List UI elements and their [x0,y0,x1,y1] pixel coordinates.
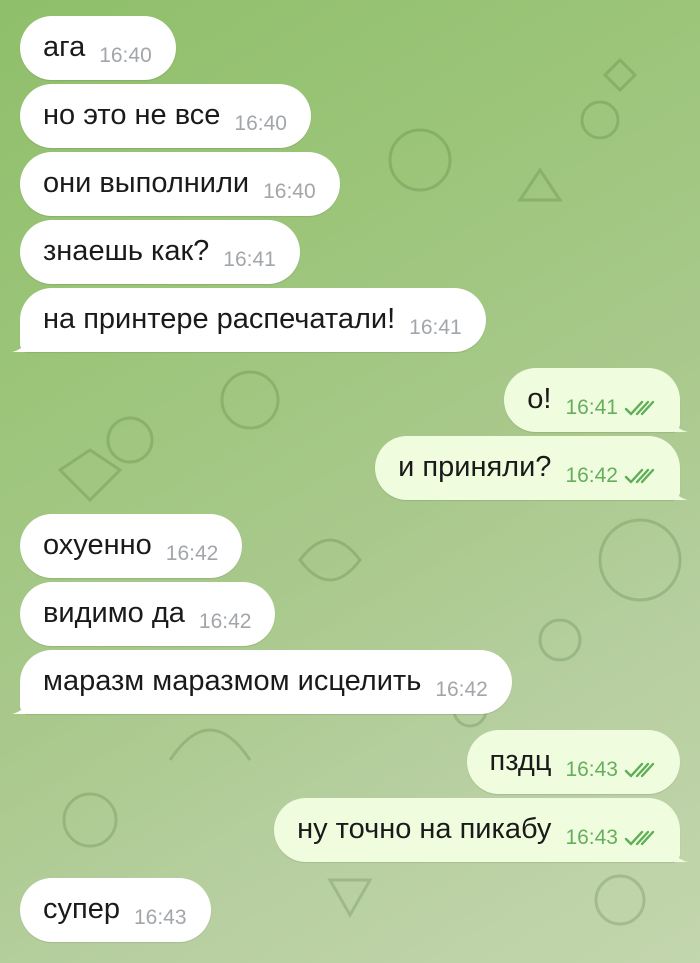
message-time: 16:40 [234,112,287,135]
double-check-icon [624,400,655,416]
double-check-icon [624,468,655,484]
incoming-message-bubble[interactable]: знаешь как? 16:41 [20,220,300,284]
message-text: на принтере распечатали! [43,303,396,335]
message-time: 16:42 [198,610,252,633]
message-text: они выполнили [43,167,250,199]
incoming-message-bubble[interactable]: охуенно 16:42 [20,514,243,578]
outgoing-message-bubble[interactable]: о! 16:41 [504,368,688,432]
bubble-tail-icon [12,698,26,714]
message-time: 16:41 [223,248,276,271]
outgoing-message-bubble[interactable]: и приняли? 16:42 [375,436,688,500]
message-time: 16:43 [565,826,618,849]
message-text: знаешь как? [43,235,210,267]
incoming-message-bubble[interactable]: ага 16:40 [20,16,176,80]
bubble-tail-icon [674,846,688,862]
message-time: 16:42 [565,464,618,487]
message-text: и приняли? [398,451,552,483]
bubble-tail-icon [674,484,688,500]
message-text: пздц [489,745,552,777]
message-time: 16:40 [99,44,152,67]
incoming-message-bubble[interactable]: супер 16:43 [20,878,211,942]
outgoing-message-bubble[interactable]: ну точно на пикабу 16:43 [274,798,688,862]
chat-history: ага 16:40 но это не все 16:40 они выполнили 1… [0,0,700,963]
incoming-message-bubble[interactable]: на принтере распечатали! 16:41 [12,288,486,352]
message-time: 16:43 [133,906,187,929]
message-text: ага [43,31,86,63]
message-text: но это не все [43,99,221,131]
message-text: видимо да [43,597,185,629]
message-time: 16:41 [565,396,618,419]
bubble-tail-icon [674,416,688,432]
outgoing-message-bubble[interactable]: пздц 16:43 [466,730,680,794]
incoming-message-bubble[interactable]: видимо да 16:42 [20,582,276,646]
double-check-icon [624,830,655,846]
message-time: 16:43 [565,758,618,781]
message-text: маразм маразмом исцелить [43,665,422,697]
bubble-tail-icon [12,336,26,352]
incoming-message-bubble[interactable]: маразм маразмом исцелить 16:42 [12,650,512,714]
message-text: ну точно на пикабу [297,813,552,845]
message-time: 16:40 [263,180,316,203]
incoming-message-bubble[interactable]: но это не все 16:40 [20,84,311,148]
message-time: 16:41 [409,316,462,339]
message-text: супер [43,893,120,925]
message-text: о! [527,383,552,415]
message-time: 16:42 [435,678,488,701]
incoming-message-bubble[interactable]: они выполнили 16:40 [20,152,340,216]
message-time: 16:42 [165,542,219,565]
message-text: охуенно [43,529,152,561]
double-check-icon [624,762,655,778]
